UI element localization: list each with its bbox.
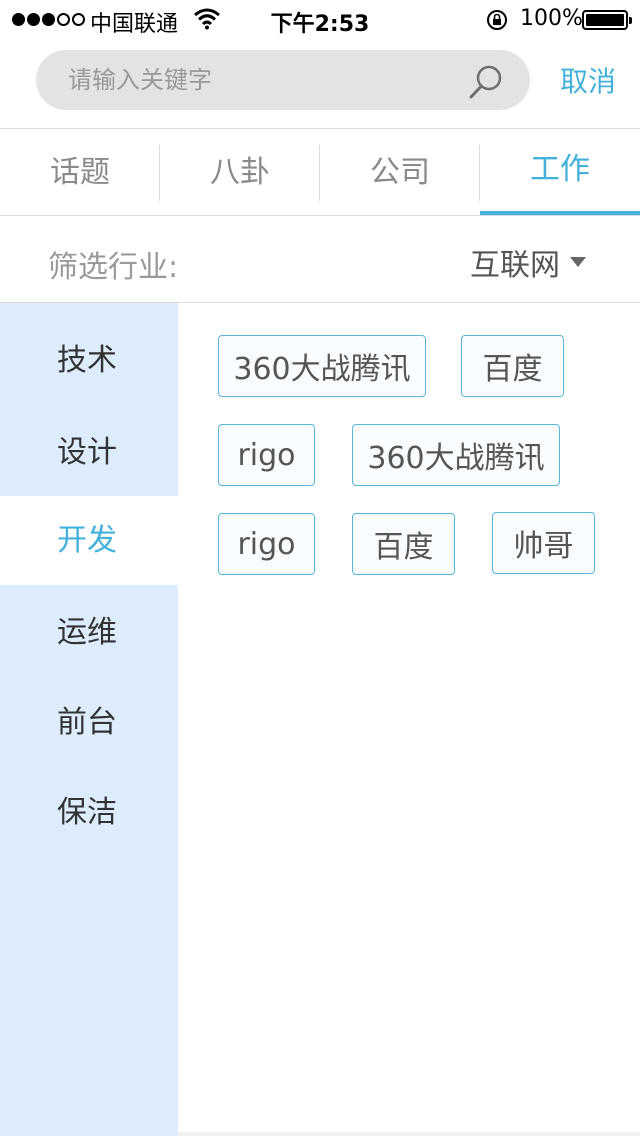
search-input[interactable] [68, 50, 468, 110]
cancel-button[interactable]: 取消 [548, 60, 628, 104]
tab-gossip[interactable]: 八卦 [160, 129, 320, 215]
category-sidebar: 技术 设计 开发 运维 前台 保洁 [0, 303, 178, 1136]
tab-bar: 话题 八卦 公司 工作 [0, 129, 640, 215]
category-item-cleaning[interactable]: 保洁 [0, 781, 178, 845]
battery-percentage: 100% [520, 6, 583, 31]
battery-icon [582, 10, 632, 30]
tag-item[interactable]: 百度 [352, 513, 455, 575]
category-item-design[interactable]: 设计 [0, 421, 178, 485]
divider [178, 1132, 640, 1136]
industry-dropdown[interactable]: 互联网 [470, 242, 586, 283]
category-item-tech[interactable]: 技术 [0, 329, 178, 393]
category-item-development[interactable]: 开发 [0, 496, 178, 585]
status-bar: 中国联通 下午2:53 100% [0, 0, 640, 40]
industry-filter-row: 筛选行业: 互联网 [0, 216, 640, 302]
category-item-ops[interactable]: 运维 [0, 601, 178, 665]
tag-item[interactable]: 360大战腾讯 [352, 424, 560, 486]
app-screen: 中国联通 下午2:53 100% 取消 话题 八卦 公司 工作 [0, 0, 640, 1136]
industry-value: 互联网 [470, 248, 560, 283]
tag-item[interactable]: rigo [218, 513, 315, 575]
rotation-lock-icon [487, 10, 507, 30]
tag-item[interactable]: 帅哥 [492, 512, 595, 574]
tag-item[interactable]: rigo [218, 424, 315, 486]
tag-item[interactable]: 百度 [461, 335, 564, 397]
filter-label: 筛选行业: [48, 250, 179, 285]
tab-topics[interactable]: 话题 [0, 129, 160, 215]
tag-list: 360大战腾讯 百度 rigo 360大战腾讯 rigo 百度 帅哥 [178, 303, 640, 1136]
tab-company[interactable]: 公司 [320, 129, 480, 215]
caret-down-icon [570, 257, 586, 267]
category-item-front-desk[interactable]: 前台 [0, 691, 178, 755]
search-bar [36, 50, 530, 110]
tab-jobs[interactable]: 工作 [480, 129, 640, 215]
search-icon[interactable] [466, 62, 506, 102]
tag-item[interactable]: 360大战腾讯 [218, 335, 426, 397]
